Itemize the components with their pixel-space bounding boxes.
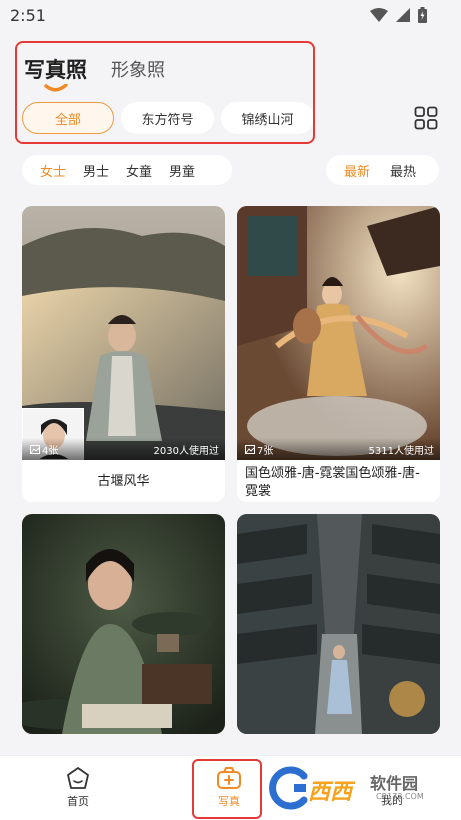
home-icon	[67, 767, 89, 789]
signal-icon	[396, 8, 410, 22]
category-all[interactable]: 全部	[22, 102, 114, 134]
highlight-annotation-nav	[192, 759, 262, 819]
filter-boys[interactable]: 男童	[169, 161, 195, 180]
watermark-logo-icon	[269, 766, 308, 810]
status-bar: 2:51	[0, 0, 461, 34]
watermark: 西西 软件园 CR173.COM	[266, 764, 444, 812]
filter-women[interactable]: 女士	[40, 161, 66, 180]
gender-filter: 女士 男士 女童 男童	[22, 155, 232, 185]
tab-portrait[interactable]: 写真照	[24, 54, 87, 92]
card-image	[22, 514, 225, 734]
category-landscape[interactable]: 锦绣山河	[221, 102, 314, 134]
watermark-brand: 西西	[308, 780, 353, 805]
sort-hottest[interactable]: 最热	[390, 161, 416, 180]
tab-image-photo[interactable]: 形象照	[111, 56, 165, 82]
watermark-url: CR173.COM	[376, 792, 424, 801]
card-image: 4张 2030人使用过	[22, 206, 225, 460]
app-screen: 2:51 写真照 形象照 全部 东方符号 锦绣山河 女士 男士 女童 男童 最新…	[0, 0, 461, 820]
card-title: 古堰风华	[97, 474, 150, 489]
filter-girls[interactable]: 女童	[126, 161, 152, 180]
card-meta: 7张 5311人使用过	[237, 438, 440, 460]
photo-count: 7张	[257, 445, 274, 457]
template-card[interactable]: 7张 5311人使用过 国色颂雅-唐-霓裳国色颂雅-唐-霓裳	[237, 206, 440, 502]
card-image	[237, 514, 440, 734]
nav-home-label: 首页	[67, 795, 89, 808]
tab-portrait-label: 写真照	[24, 58, 87, 82]
sort-filter: 最新 最热	[326, 155, 439, 185]
usage-count: 2030人使用过	[153, 445, 219, 457]
category-chips: 全部 东方符号 锦绣山河	[22, 102, 314, 134]
card-title: 国色颂雅-唐-霓裳国色颂雅-唐-霓裳	[245, 466, 420, 499]
card-meta: 4张 2030人使用过	[22, 438, 225, 460]
top-tabs: 写真照 形象照	[24, 54, 165, 92]
sort-newest[interactable]: 最新	[344, 161, 370, 180]
photo-count-icon	[245, 444, 255, 454]
grid-view-icon[interactable]	[414, 106, 438, 130]
battery-icon	[418, 7, 427, 23]
template-card[interactable]	[22, 514, 225, 734]
template-card[interactable]	[237, 514, 440, 734]
usage-count: 5311人使用过	[368, 445, 434, 457]
status-time: 2:51	[10, 6, 46, 25]
card-image: 7张 5311人使用过	[237, 206, 440, 460]
tab-active-indicator	[44, 84, 68, 92]
photo-count-icon	[30, 444, 40, 454]
category-eastern-symbols[interactable]: 东方符号	[121, 102, 214, 134]
wifi-icon	[370, 8, 388, 22]
nav-home[interactable]: 首页	[58, 766, 98, 809]
status-icons	[370, 7, 427, 23]
filter-men[interactable]: 男士	[83, 161, 109, 180]
photo-count: 4张	[42, 445, 59, 457]
watermark-site: 软件园	[370, 774, 419, 793]
template-card[interactable]: 4张 2030人使用过 古堰风华	[22, 206, 225, 502]
